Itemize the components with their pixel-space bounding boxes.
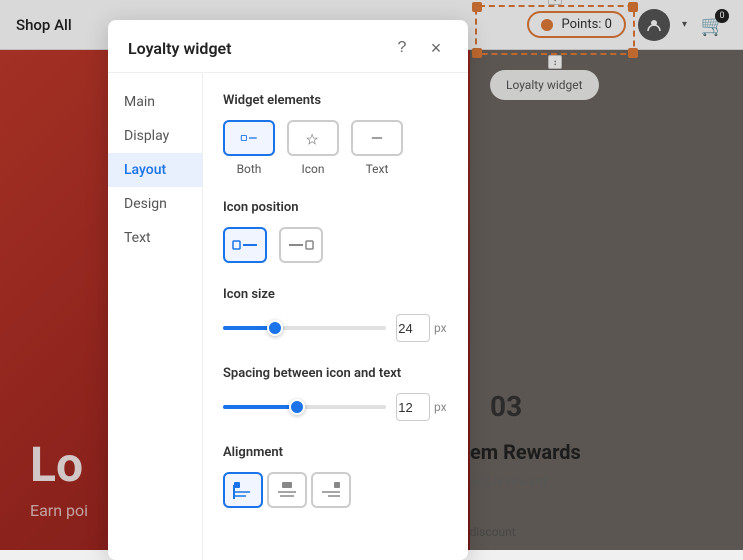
icon-position-title: Icon position: [223, 200, 448, 215]
spacing-slider[interactable]: [223, 405, 386, 409]
icon-size-title: Icon size: [223, 287, 448, 302]
spacing-title: Spacing between icon and text: [223, 366, 448, 381]
align-center-svg: [276, 479, 298, 501]
modal-header-actions: ? ×: [390, 36, 448, 60]
alignment-row: [223, 472, 448, 508]
icon-position-section: Icon position: [223, 200, 448, 263]
loyalty-widget-modal: Loyalty widget ? × Main Display Layout D…: [108, 20, 468, 560]
widget-elements-title: Widget elements: [223, 93, 448, 108]
position-btn-left[interactable]: [223, 227, 267, 263]
both-icon-svg: [240, 129, 258, 147]
widget-elements-row: Both Icon: [223, 120, 448, 176]
close-button[interactable]: ×: [424, 36, 448, 60]
icon-size-section: Icon size 24 px: [223, 287, 448, 342]
align-btn-center[interactable]: [267, 472, 307, 508]
nav-main[interactable]: Main: [108, 85, 202, 119]
icon-size-unit: px: [434, 321, 447, 335]
nav-display[interactable]: Display: [108, 119, 202, 153]
widget-btn-text-label: Text: [366, 162, 389, 176]
widget-elements-section: Widget elements Both: [223, 93, 448, 176]
icon-size-slider[interactable]: [223, 326, 386, 330]
nav-layout[interactable]: Layout: [108, 153, 202, 187]
pos-left-svg: [231, 236, 259, 254]
pos-right-svg: [287, 236, 315, 254]
spacing-unit: px: [434, 400, 447, 414]
modal-content-area: Widget elements Both: [203, 73, 468, 560]
help-button[interactable]: ?: [390, 36, 414, 60]
icon-only-svg: [304, 129, 322, 147]
position-row: [223, 227, 448, 263]
modal-sidebar: Main Display Layout Design Text: [108, 73, 203, 560]
align-right-svg: [320, 479, 342, 501]
widget-btn-icon-label: Icon: [301, 162, 324, 176]
widget-btn-icon-box: [287, 120, 339, 156]
spacing-input[interactable]: 12: [396, 393, 430, 421]
widget-btn-icon[interactable]: Icon: [287, 120, 339, 176]
modal-body: Main Display Layout Design Text Widget e…: [108, 73, 468, 560]
icon-size-slider-row: 24 px: [223, 314, 448, 342]
alignment-section: Alignment: [223, 445, 448, 508]
spacing-slider-row: 12 px: [223, 393, 448, 421]
modal-header: Loyalty widget ? ×: [108, 20, 468, 73]
widget-btn-both-icon: [223, 120, 275, 156]
nav-design[interactable]: Design: [108, 187, 202, 221]
widget-btn-both-label: Both: [237, 162, 262, 176]
widget-btn-text-box: [351, 120, 403, 156]
text-only-svg: [368, 129, 386, 147]
position-btn-right[interactable]: [279, 227, 323, 263]
nav-text[interactable]: Text: [108, 221, 202, 255]
icon-size-value-group: 24 px: [396, 314, 448, 342]
modal-title: Loyalty widget: [128, 39, 232, 58]
spacing-section: Spacing between icon and text 12 px: [223, 366, 448, 421]
icon-size-input[interactable]: 24: [396, 314, 430, 342]
widget-btn-both[interactable]: Both: [223, 120, 275, 176]
alignment-title: Alignment: [223, 445, 448, 460]
widget-btn-text[interactable]: Text: [351, 120, 403, 176]
align-btn-left[interactable]: [223, 472, 263, 508]
align-left-svg: [232, 479, 254, 501]
align-btn-right[interactable]: [311, 472, 351, 508]
spacing-value-group: 12 px: [396, 393, 448, 421]
